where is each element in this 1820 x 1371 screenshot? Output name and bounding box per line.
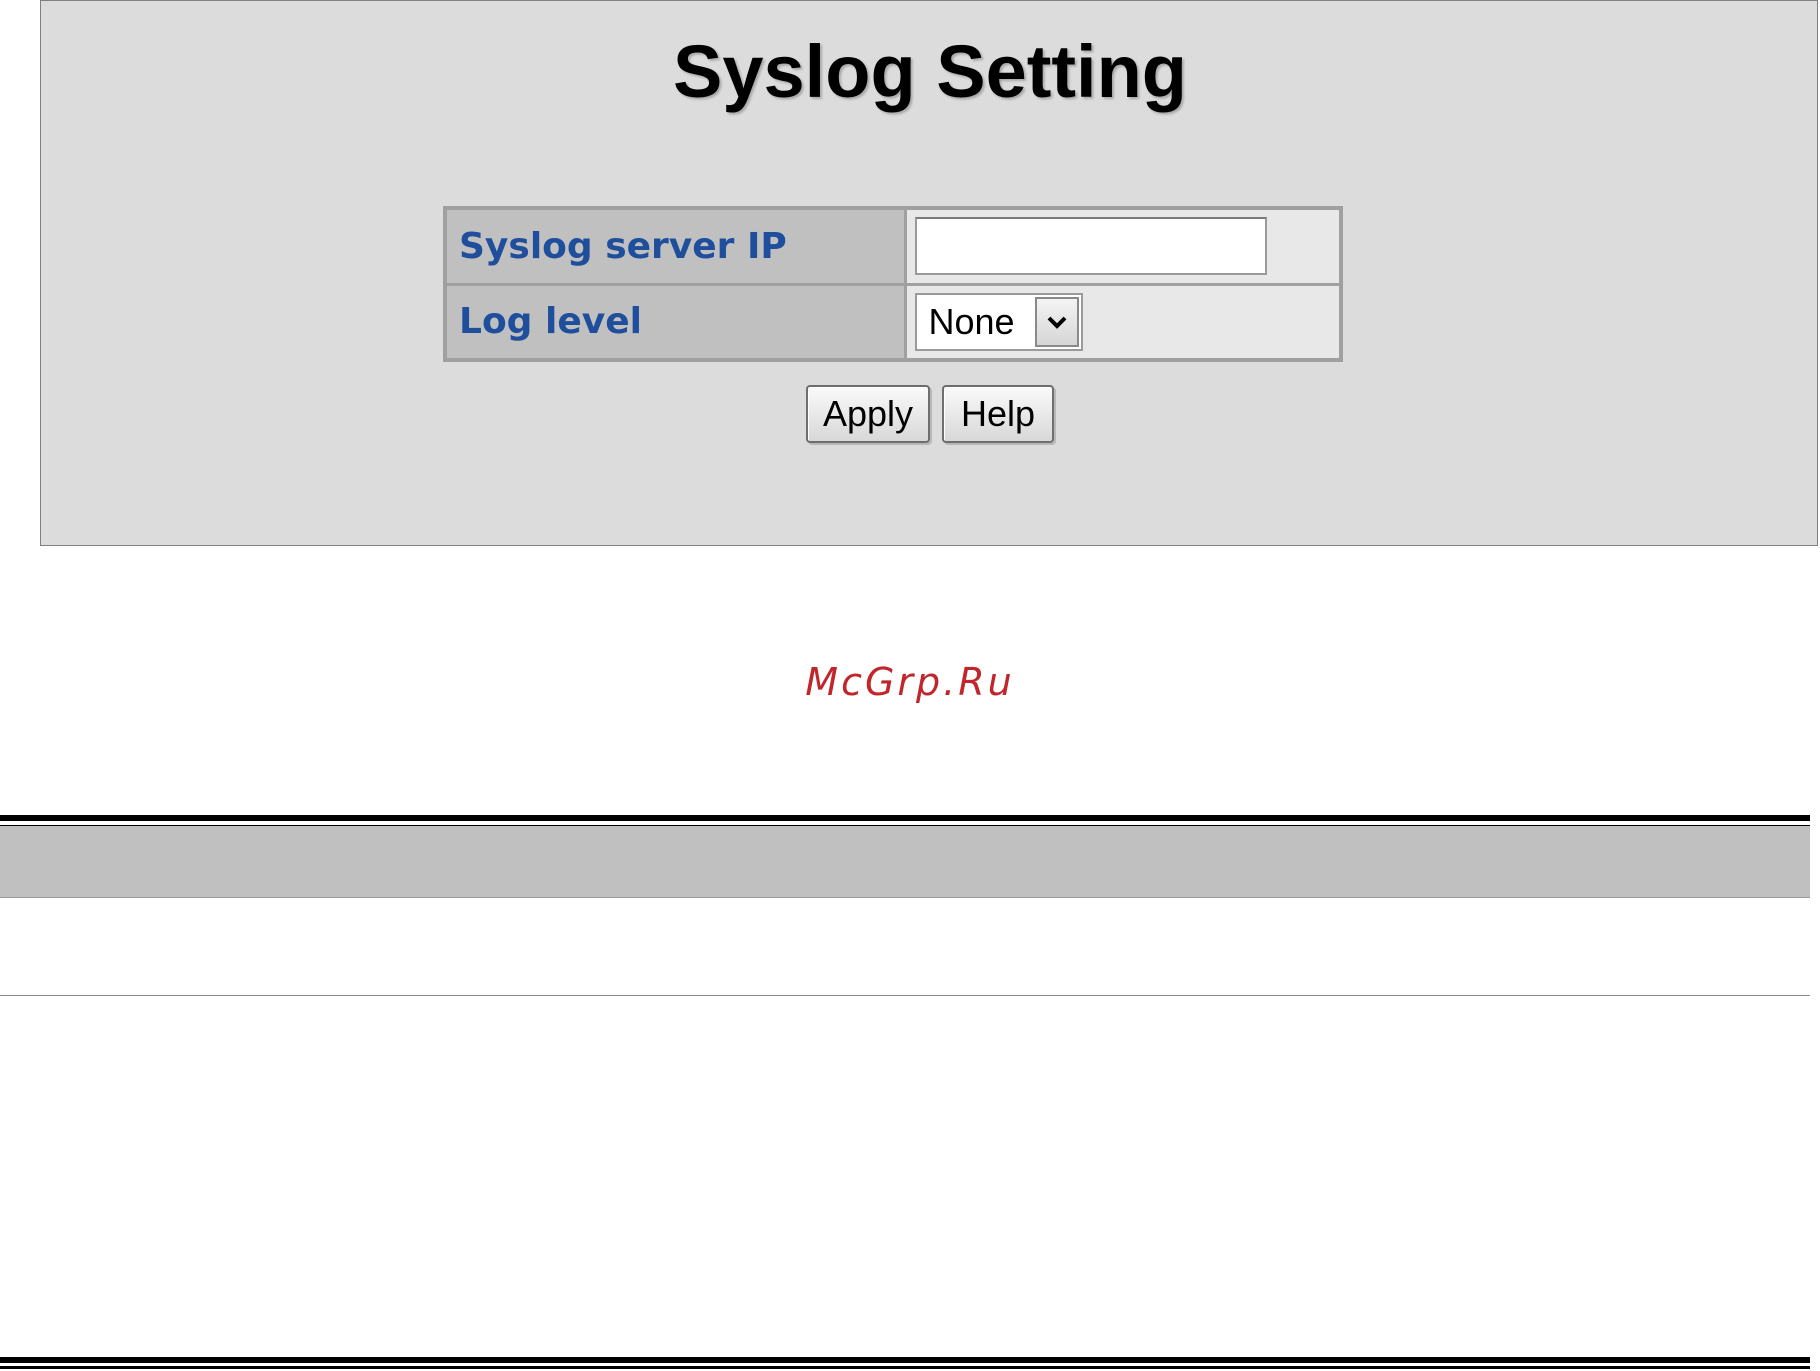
section-top-rule <box>0 815 1810 821</box>
watermark-text: McGrp.Ru <box>805 660 1015 704</box>
section-header-band <box>0 825 1810 898</box>
server-ip-value-cell <box>903 206 1343 286</box>
apply-button[interactable]: Apply <box>806 385 930 443</box>
chevron-down-icon[interactable] <box>1034 296 1079 347</box>
syslog-server-ip-input[interactable] <box>914 217 1267 276</box>
syslog-setting-panel: Syslog Setting Syslog server IP Log leve… <box>40 0 1818 546</box>
server-ip-row: Syslog server IP <box>443 206 1343 286</box>
page-title: Syslog Setting <box>673 30 1187 113</box>
page-bottom-rule-secondary <box>0 1366 1810 1369</box>
log-level-label-cell: Log level <box>443 282 907 362</box>
log-level-row: Log level None <box>443 282 1343 362</box>
log-level-value-cell: None <box>903 282 1343 362</box>
settings-table: Syslog server IP Log level None <box>443 206 1343 362</box>
server-ip-label: Syslog server IP <box>459 225 787 267</box>
page-bottom-rule <box>0 1357 1810 1363</box>
help-button[interactable]: Help <box>942 385 1054 443</box>
log-level-selected-value: None <box>928 300 1015 342</box>
button-row: Apply Help <box>41 385 1819 443</box>
server-ip-label-cell: Syslog server IP <box>443 206 907 286</box>
section-divider <box>0 995 1810 996</box>
log-level-label: Log level <box>459 301 642 343</box>
log-level-select[interactable]: None <box>914 292 1083 351</box>
